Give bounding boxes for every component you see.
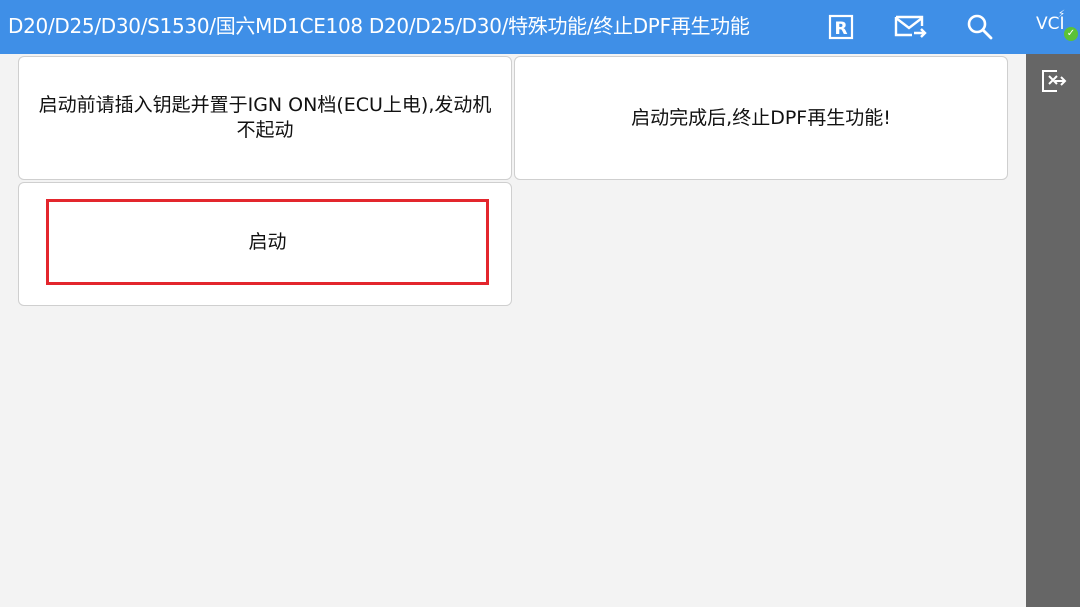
result-card: 启动完成后,终止DPF再生功能! (514, 56, 1008, 180)
check-icon: ✓ (1064, 27, 1078, 41)
instruction-text: 启动前请插入钥匙并置于IGN ON档(ECU上电),发动机不起动 (38, 94, 492, 141)
top-bar: D20/D25/D30/S1530/国六MD1CE108 D20/D25/D30… (0, 0, 1026, 54)
vci-status[interactable]: VCI ⚡ ✓ (1026, 0, 1080, 54)
exit-button[interactable] (1039, 66, 1067, 96)
r-icon: R (828, 14, 854, 40)
svg-text:R: R (834, 19, 847, 39)
report-button[interactable]: R (826, 8, 856, 46)
start-card: 启动 (18, 182, 512, 306)
usb-icon: ⚡ (1058, 9, 1066, 20)
search-icon (967, 14, 993, 40)
right-sidebar: VCI ⚡ ✓ (1026, 0, 1080, 607)
start-button[interactable]: 启动 (46, 199, 489, 285)
start-button-label: 启动 (248, 230, 287, 253)
exit-icon (1042, 70, 1067, 92)
mail-forward-icon (894, 15, 927, 38)
instruction-card: 启动前请插入钥匙并置于IGN ON档(ECU上电),发动机不起动 (18, 56, 512, 180)
send-mail-button[interactable] (890, 8, 930, 46)
search-button[interactable] (960, 8, 1000, 46)
result-text: 启动完成后,终止DPF再生功能! (631, 106, 891, 129)
app-window: D20/D25/D30/S1530/国六MD1CE108 D20/D25/D30… (0, 0, 1080, 607)
breadcrumb: D20/D25/D30/S1530/国六MD1CE108 D20/D25/D30… (8, 14, 750, 38)
